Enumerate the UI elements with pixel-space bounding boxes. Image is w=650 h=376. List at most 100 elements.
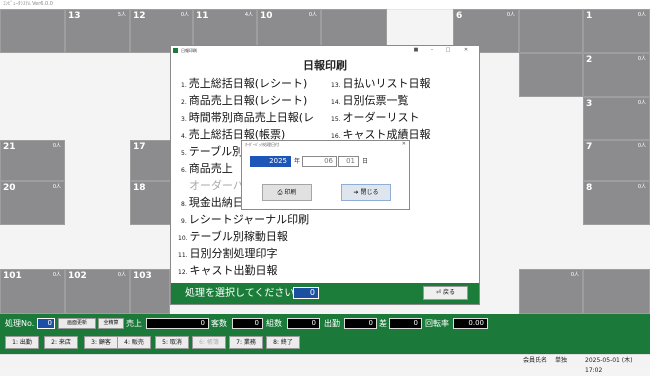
selection-footer: 処理を選択してください。 0 ⏎ 戻る	[171, 283, 479, 304]
report-heading: 日報印刷	[303, 59, 347, 72]
turnover-value: 0.00	[453, 318, 488, 329]
table-number: 102	[68, 271, 87, 281]
turnover-label: 回転率	[425, 319, 449, 328]
all-settle-button[interactable]: 全精算	[98, 318, 124, 329]
table-tile-21[interactable]: 21 0人	[0, 140, 65, 181]
report-item-2[interactable]: 2. 商品売上日報(レシート)	[181, 94, 307, 109]
selection-input[interactable]: 0	[293, 287, 319, 299]
table-guest-count: 0人	[506, 12, 515, 18]
table-number: 101	[3, 271, 22, 281]
table-guest-count: 0人	[52, 184, 61, 190]
bottom-control-bar: 処理No. 0 画面更新 全精算 売上 0 客数 0 組数 0 出勤 0 差 0…	[0, 314, 650, 354]
table-tile-blank[interactable]: 0人	[519, 269, 583, 314]
groups-value: 0	[287, 318, 320, 329]
table-guest-count: 0人	[52, 143, 61, 149]
report-item-11[interactable]: 11. 日別分割処理印字	[178, 247, 278, 262]
screen-update-button[interactable]: 画面更新	[58, 318, 96, 329]
close-icon[interactable]: ✕	[461, 46, 471, 55]
table-number: 11	[196, 11, 209, 21]
table-number: 8	[586, 183, 593, 193]
table-tile-blank[interactable]	[583, 269, 650, 314]
table-tile-8[interactable]: 8 0人	[583, 181, 650, 225]
day-input[interactable]: 01	[338, 156, 359, 167]
table-tile-empty[interactable]	[0, 9, 65, 53]
report-item-12[interactable]: 12. キャスト出勤日報	[178, 264, 278, 279]
back-icon: ⏎	[436, 289, 442, 296]
report-item-7-disabled: オーダーバ	[189, 179, 244, 192]
attendance-button[interactable]: 1: 出勤	[5, 336, 39, 349]
process-no-label: 処理No.	[5, 319, 35, 328]
maximize-icon[interactable]: □	[443, 46, 453, 55]
close-icon[interactable]: ✕	[402, 141, 406, 148]
customer-button[interactable]: 3: 顧客	[84, 336, 118, 349]
difference-value: 0	[389, 318, 422, 329]
report-item-1[interactable]: 1. 売上総括日報(レシート)	[181, 77, 307, 92]
minimize-icon[interactable]: –	[427, 46, 437, 55]
attendance-label: 出勤	[324, 319, 340, 328]
table-tile-103[interactable]: 103	[130, 269, 170, 314]
table-number: 1	[586, 11, 593, 21]
table-tile-blank[interactable]	[519, 53, 583, 97]
table-number: 10	[260, 11, 273, 21]
customers-label: 客数	[211, 319, 227, 328]
sales-value: 0	[146, 318, 209, 329]
date-dialog: ｵｰﾀﾞｰﾊﾞｯｸ処理日付 ✕ 2025 年 06 月 01 日 ⎙ 印刷 ➔ …	[241, 140, 410, 210]
table-tile-1[interactable]: 1 0人	[583, 9, 650, 53]
table-guest-count: 0人	[308, 12, 317, 18]
table-tile-2[interactable]: 2 0人	[583, 53, 650, 97]
user-label: 単独	[555, 357, 568, 364]
exit-button[interactable]: 8: 終了	[266, 336, 300, 349]
print-button[interactable]: ⎙ 印刷	[262, 184, 312, 201]
pin-icon[interactable]: ■	[411, 46, 421, 55]
table-number: 7	[586, 142, 593, 152]
table-number: 2	[586, 55, 593, 65]
printer-icon: ⎙	[277, 189, 283, 196]
table-guest-count: 0人	[637, 12, 646, 18]
sales-label: 売上	[126, 319, 142, 328]
process-no-input[interactable]: 0	[37, 318, 55, 329]
report-item-3[interactable]: 3. 時間帯別商品売上日報(レ	[181, 111, 314, 126]
app-icon	[173, 48, 178, 53]
table-tile-blank[interactable]	[519, 9, 583, 53]
report-item-5[interactable]: 5. テーブル別	[181, 145, 243, 160]
dialog-title: ｵｰﾀﾞｰﾊﾞｯｸ処理日付	[245, 142, 279, 147]
table-guest-count: 0人	[52, 272, 61, 278]
month-input[interactable]: 06	[302, 156, 337, 167]
table-guest-count: 0人	[180, 12, 189, 18]
sales-button[interactable]: 4: 販売	[117, 336, 151, 349]
cancel-button[interactable]: 5: 取消	[155, 336, 189, 349]
table-number: 3	[586, 99, 593, 109]
business-button[interactable]: 7: 業務	[229, 336, 263, 349]
report-item-6[interactable]: 6. 商品売上	[181, 162, 233, 177]
window-title: 日報印刷	[181, 48, 197, 53]
report-item-9[interactable]: 9. レシートジャーナル印刷	[181, 213, 309, 228]
table-tile-13[interactable]: 13 5人	[65, 9, 130, 53]
report-item-15[interactable]: 15. オーダーリスト	[331, 111, 420, 126]
table-tile-102[interactable]: 102 0人	[65, 269, 130, 314]
report-item-10[interactable]: 10. テーブル別稼動日報	[178, 230, 288, 245]
groups-label: 組数	[266, 319, 282, 328]
back-button[interactable]: ⏎ 戻る	[423, 286, 468, 300]
report-item-13[interactable]: 13. 日払いリスト日報	[331, 77, 431, 92]
report-item-8[interactable]: 8. 現金出納日	[181, 196, 244, 211]
table-tile-101[interactable]: 101 0人	[0, 269, 65, 314]
table-number: 13	[68, 11, 81, 21]
window-title-bar: 日報印刷 ■ – □ ✕	[171, 46, 479, 55]
year-unit: 年	[294, 158, 301, 165]
table-tile-3[interactable]: 3 0人	[583, 97, 650, 140]
report-item-14[interactable]: 14. 日別伝票一覧	[331, 94, 409, 109]
selection-prompt: 処理を選択してください。	[185, 288, 305, 299]
table-tile-7[interactable]: 7 0人	[583, 140, 650, 181]
table-tile-20[interactable]: 20 0人	[0, 181, 65, 225]
status-bar: 会員氏名 単独 2025-05-01 (木) 17:02	[0, 354, 650, 374]
table-number: 6	[456, 11, 463, 21]
difference-label: 差	[379, 319, 387, 328]
year-input[interactable]: 2025	[250, 156, 291, 167]
visit-button[interactable]: 2: 来店	[44, 336, 78, 349]
table-guest-count: 5人	[117, 12, 126, 18]
table-guest-count: 0人	[570, 272, 579, 278]
close-button[interactable]: ➔ 閉じる	[341, 184, 391, 201]
table-number: 17	[133, 142, 146, 152]
datetime: 2025-05-01 (木) 17:02	[585, 357, 633, 374]
table-number: 21	[3, 142, 16, 152]
